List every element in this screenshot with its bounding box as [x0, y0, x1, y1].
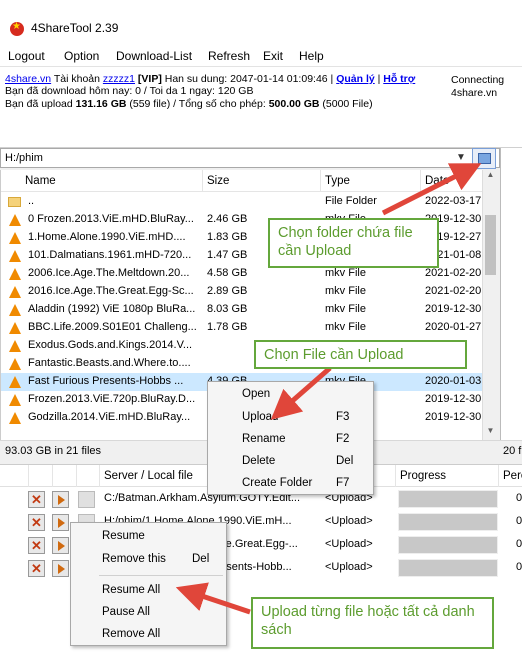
- callout-choose-folder: Chọn folder chứa file cần Upload: [268, 218, 439, 268]
- callout-upload-all: Upload từng file hoặc tất cả danh sách: [251, 597, 494, 649]
- arrow-to-folder-button: [381, 163, 482, 216]
- annotation-arrows: [175, 163, 482, 615]
- arrow-to-resume-all: [175, 582, 251, 615]
- arrow-to-upload-item: [270, 366, 332, 420]
- callout-choose-file: Chọn File cần Upload: [254, 340, 467, 369]
